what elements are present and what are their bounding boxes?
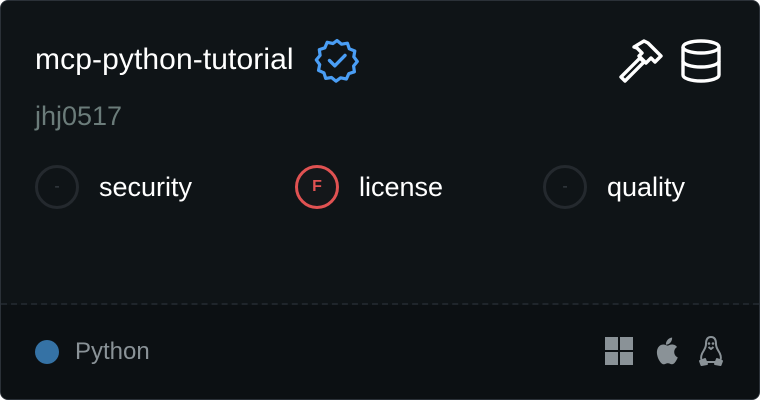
metric-license[interactable]: F license bbox=[295, 165, 443, 209]
grade-badge-security: - bbox=[35, 165, 79, 209]
card-footer: Python bbox=[1, 305, 759, 399]
platform-icons bbox=[603, 335, 727, 367]
repo-card[interactable]: mcp-python-tutorial jhj0517 - security F… bbox=[0, 0, 760, 400]
language-name: Python bbox=[75, 338, 150, 365]
hammer-icon[interactable] bbox=[615, 37, 663, 85]
grade-badge-quality: - bbox=[543, 165, 587, 209]
repo-owner[interactable]: jhj0517 bbox=[35, 99, 122, 133]
metric-quality[interactable]: - quality bbox=[543, 165, 685, 209]
linux-icon bbox=[695, 335, 727, 367]
database-icon[interactable] bbox=[677, 37, 725, 85]
windows-icon bbox=[603, 335, 635, 367]
repo-title[interactable]: mcp-python-tutorial bbox=[35, 40, 294, 80]
title-row: mcp-python-tutorial bbox=[35, 37, 360, 83]
verified-badge-icon bbox=[314, 37, 360, 83]
language-indicator: Python bbox=[35, 337, 150, 367]
header-icons bbox=[615, 37, 725, 85]
metric-label-license: license bbox=[359, 172, 444, 202]
language-color-dot bbox=[35, 340, 59, 364]
apple-icon bbox=[649, 335, 681, 367]
metric-security[interactable]: - security bbox=[35, 165, 192, 209]
metric-label-security: security bbox=[99, 172, 193, 202]
card-header: mcp-python-tutorial jhj0517 - security F… bbox=[1, 1, 759, 303]
grade-badge-license: F bbox=[295, 165, 339, 209]
metric-label-quality: quality bbox=[607, 172, 686, 202]
